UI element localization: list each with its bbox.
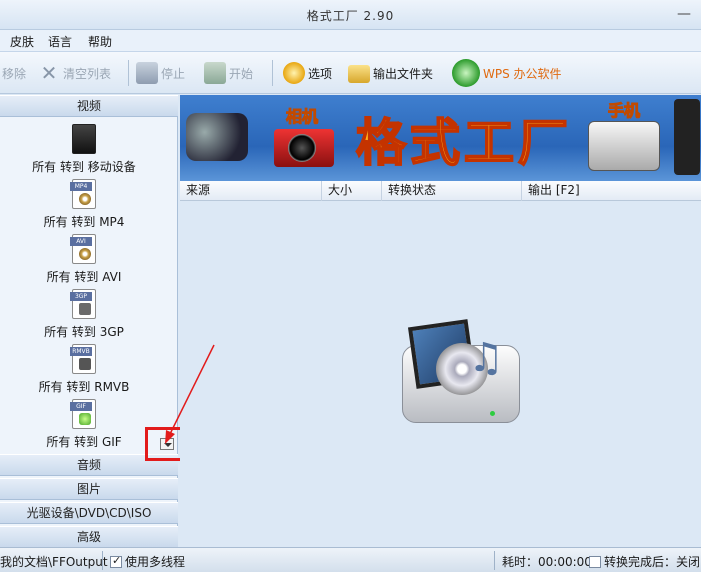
sidebar-item-mp4[interactable]: MP4 所有 转到 MP4	[0, 177, 168, 232]
window-title: 格式工厂 2.90	[306, 9, 395, 23]
sidebar-item-gif[interactable]: GIF 所有 转到 GIF	[0, 397, 168, 452]
gear-icon	[283, 62, 305, 84]
stop-button[interactable]: 停止	[136, 58, 185, 88]
item-label: 所有 转到 AVI	[46, 270, 122, 284]
file-tag: MP4	[70, 182, 92, 191]
menu-help[interactable]: 帮助	[88, 33, 112, 50]
format-factory-logo-icon: ♫	[398, 315, 523, 425]
camcorder-icon	[186, 113, 248, 161]
sidebar-item-avi[interactable]: AVI 所有 转到 AVI	[0, 232, 168, 287]
menu-skin[interactable]: 皮肤	[10, 33, 34, 50]
col-source[interactable]: 来源	[180, 181, 322, 201]
banner-title: 格式工厂	[355, 113, 572, 173]
multithread-label: 使用多线程	[125, 555, 186, 569]
menu-language[interactable]: 语言	[48, 33, 72, 50]
banner-phone-text: 手机	[607, 101, 641, 121]
sidebar: 视频 所有 转到 移动设备 MP4 所有 转到 MP4 AVI 所有 转到 AV…	[0, 95, 178, 548]
panel-advanced[interactable]: 高级	[0, 526, 178, 548]
status-bar: 我的文档\FFOutput 使用多线程 耗时：00:00:00 转换完成后：关闭	[0, 547, 701, 572]
phone-icon	[588, 121, 660, 171]
3gp-file-icon: 3GP	[70, 289, 96, 319]
remove-label: 移除	[2, 66, 27, 81]
output-folder-button[interactable]: 输出文件夹	[348, 58, 433, 88]
start-label: 开始	[229, 66, 254, 81]
options-label: 选项	[308, 66, 333, 81]
gif-file-icon: GIF	[70, 399, 96, 429]
clear-list-button[interactable]: ✕ 清空列表	[38, 58, 111, 88]
minimize-button[interactable]: —	[677, 6, 691, 22]
item-label: 所有 转到 3GP	[44, 325, 124, 339]
panel-rom-device[interactable]: 光驱设备\DVD\CD\ISO	[0, 502, 178, 524]
panel-image[interactable]: 图片	[0, 478, 178, 500]
clear-list-label: 清空列表	[63, 66, 112, 81]
clear-x-icon: ✕	[40, 61, 58, 85]
stop-label: 停止	[161, 66, 186, 81]
file-tag: GIF	[70, 402, 92, 411]
expand-dropdown-button[interactable]	[160, 438, 174, 450]
item-label: 所有 转到 RMVB	[38, 380, 130, 394]
col-size[interactable]: 大小	[322, 181, 382, 201]
rmvb-file-icon: RMVB	[70, 344, 96, 374]
start-button[interactable]: 开始	[204, 58, 253, 88]
file-list-header: 来源 大小 转换状态 输出 [F2]	[180, 181, 701, 201]
globe-icon	[452, 59, 480, 87]
output-path[interactable]: 我的文档\FFOutput	[0, 553, 108, 570]
item-label: 所有 转到 移动设备	[32, 160, 136, 174]
sidebar-item-3gp[interactable]: 3GP 所有 转到 3GP	[0, 287, 168, 342]
sidebar-item-mobile[interactable]: 所有 转到 移动设备	[0, 122, 168, 177]
folder-icon	[348, 65, 370, 83]
stop-icon	[136, 62, 158, 84]
wps-label: WPS 办公软件	[483, 66, 562, 81]
mobile-devices-icon	[72, 124, 96, 154]
after-done-checkbox[interactable]	[589, 556, 601, 568]
mp4-file-icon: MP4	[70, 179, 96, 209]
elapsed-time: 耗时：00:00:00	[502, 555, 592, 569]
toolbar-separator	[272, 60, 273, 86]
item-label: 所有 转到 GIF	[46, 435, 122, 449]
camera-icon	[274, 129, 334, 167]
toolbar: 移除 ✕ 清空列表 停止 开始 选项 输出文件夹 WPS 办公软件	[0, 52, 701, 94]
pda-icon	[674, 99, 700, 175]
menu-bar: 皮肤 语言 帮助	[0, 30, 701, 52]
banner-camera-text: 相机	[285, 107, 319, 127]
wps-button[interactable]: WPS 办公软件	[452, 58, 562, 88]
avi-file-icon: AVI	[70, 234, 96, 264]
remove-button[interactable]: 移除	[2, 58, 26, 88]
file-tag: AVI	[70, 237, 92, 246]
item-label: 所有 转到 MP4	[43, 215, 125, 229]
col-output[interactable]: 输出 [F2]	[522, 181, 701, 201]
options-button[interactable]: 选项	[283, 58, 332, 88]
file-tag: RMVB	[70, 347, 92, 356]
multithread-checkbox[interactable]	[110, 554, 122, 568]
banner: 相机 格式工厂 手机	[180, 95, 701, 181]
col-status[interactable]: 转换状态	[382, 181, 522, 201]
file-tag: 3GP	[70, 292, 92, 301]
sidebar-item-rmvb[interactable]: RMVB 所有 转到 RMVB	[0, 342, 168, 397]
start-icon	[204, 62, 226, 84]
toolbar-separator	[128, 60, 129, 86]
multithread-option[interactable]: 使用多线程	[110, 553, 185, 570]
after-done-label: 转换完成后：关闭	[604, 555, 701, 569]
title-bar: 格式工厂 2.90 —	[0, 0, 701, 30]
panel-video[interactable]: 视频	[0, 95, 178, 117]
output-folder-label: 输出文件夹	[373, 66, 434, 81]
after-done-option[interactable]: 转换完成后：关闭	[589, 553, 700, 570]
